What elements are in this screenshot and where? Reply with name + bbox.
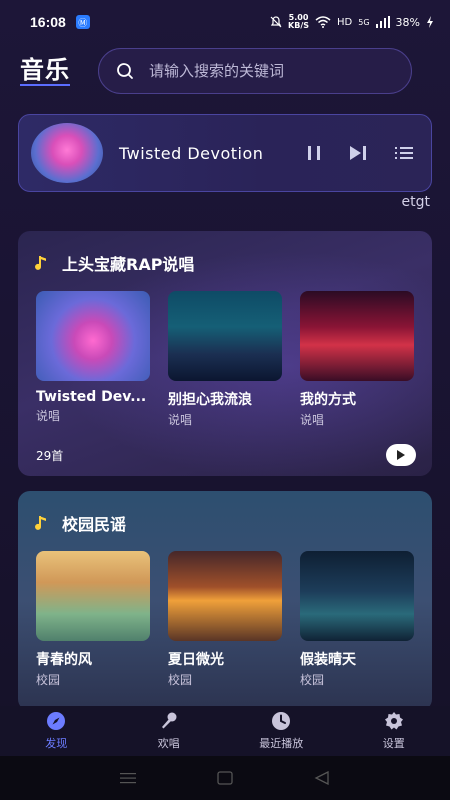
card-title: Twisted Dev...: [36, 389, 147, 405]
search-box[interactable]: [98, 48, 412, 94]
card-tag: 说唱: [36, 409, 61, 423]
status-time: 16:08: [30, 14, 66, 30]
card-list: 青春的风 校园 夏日微光 校园 假装晴天 校园: [18, 537, 432, 688]
playlist-card[interactable]: Twisted Dev... 说唱: [36, 291, 150, 428]
netspeed-unit: KB/S: [288, 21, 310, 30]
signal-type: 5G: [358, 17, 370, 27]
now-playing-bar[interactable]: Twisted Devotion: [18, 114, 432, 192]
card-cover[interactable]: [168, 551, 282, 641]
compass-icon: [47, 712, 66, 730]
app-logo[interactable]: 音乐: [20, 56, 70, 86]
music-note-icon: [35, 516, 46, 530]
app-badge-icon: Ⓜ: [75, 15, 90, 29]
home-icon[interactable]: [217, 771, 233, 785]
microphone-icon: [161, 712, 177, 729]
section-header: 上头宝藏RAP说唱: [18, 231, 432, 277]
hd-indicator: HD: [337, 16, 353, 28]
playlist-card[interactable]: 夏日微光 校园: [168, 551, 282, 688]
gear-icon: [384, 712, 403, 730]
now-playing-cover[interactable]: [31, 123, 103, 183]
nav-item-recent[interactable]: 最近播放: [225, 706, 338, 756]
card-list: Twisted Dev... 说唱 别担心我流浪 说唱 我的方式 说唱: [18, 277, 432, 428]
charging-icon: [427, 16, 433, 28]
section-rap: 上头宝藏RAP说唱 Twisted Dev... 说唱 别担心我流浪 说唱 我的…: [18, 231, 432, 476]
search-input[interactable]: [149, 62, 389, 80]
status-indicators: 5.00 KB/S HD 5G 38%: [270, 14, 434, 30]
card-cover[interactable]: [36, 551, 150, 641]
pause-icon[interactable]: [307, 145, 321, 161]
play-icon: [397, 450, 405, 460]
playlist-icon[interactable]: [395, 146, 413, 160]
system-nav-bar: [0, 756, 450, 800]
signal-icon: [375, 16, 390, 28]
next-track-icon[interactable]: [349, 145, 367, 161]
play-all-button[interactable]: [386, 444, 416, 466]
card-cover[interactable]: [168, 291, 282, 381]
menu-icon[interactable]: [120, 772, 137, 784]
nav-label: 设置: [382, 737, 405, 750]
nav-item-karaoke[interactable]: 欢唱: [113, 706, 226, 756]
section-header: 校园民谣: [18, 491, 432, 537]
playlist-card[interactable]: 我的方式 说唱: [300, 291, 414, 428]
netspeed: 5.00 KB/S: [288, 14, 309, 30]
card-tag: 校园: [36, 673, 61, 687]
card-title: 别担心我流浪: [168, 392, 252, 408]
section-campus-folk: 校园民谣 青春的风 校园 夏日微光 校园 假装晴天 校园: [18, 491, 432, 711]
card-tag: 说唱: [168, 413, 193, 427]
card-cover[interactable]: [36, 291, 150, 381]
nav-label: 发现: [45, 737, 68, 750]
card-tag: 校园: [168, 673, 193, 687]
nav-item-discover[interactable]: 发现: [0, 706, 113, 756]
nav-label: 最近播放: [259, 737, 304, 750]
nav-label: 欢唱: [157, 737, 180, 750]
card-tag: 校园: [300, 673, 325, 687]
battery-level: 38%: [395, 15, 420, 29]
nav-item-settings[interactable]: 设置: [338, 706, 450, 756]
section-title[interactable]: 校园民谣: [62, 511, 126, 535]
card-title: 夏日微光: [168, 652, 224, 668]
bottom-nav: 发现 欢唱 最近播放 设置: [0, 706, 450, 756]
status-bar: 16:08 Ⓜ 5.00 KB/S HD 5G 38%: [0, 0, 450, 44]
card-title: 假装晴天: [300, 652, 356, 668]
card-title: 青春的风: [36, 652, 92, 668]
wifi-icon: [315, 16, 331, 28]
clock-icon: [272, 712, 291, 730]
playlist-card[interactable]: 别担心我流浪 说唱: [168, 291, 282, 428]
card-tag: 说唱: [300, 413, 325, 427]
back-icon[interactable]: [314, 771, 330, 785]
card-cover[interactable]: [300, 291, 414, 381]
search-icon: [117, 63, 133, 79]
mute-bell-icon: [270, 16, 282, 28]
header: 音乐: [0, 46, 450, 96]
music-note-icon: [35, 256, 46, 270]
now-playing-controls: [307, 145, 419, 161]
section-footer: 29首: [36, 444, 416, 466]
card-cover[interactable]: [300, 551, 414, 641]
card-title: 我的方式: [300, 392, 356, 408]
playlist-card[interactable]: 青春的风 校园: [36, 551, 150, 688]
current-user[interactable]: etgt: [402, 194, 430, 210]
now-playing-title: Twisted Devotion: [119, 143, 264, 163]
playlist-card[interactable]: 假装晴天 校园: [300, 551, 414, 688]
track-count: 29首: [36, 448, 64, 463]
section-title[interactable]: 上头宝藏RAP说唱: [62, 251, 194, 275]
